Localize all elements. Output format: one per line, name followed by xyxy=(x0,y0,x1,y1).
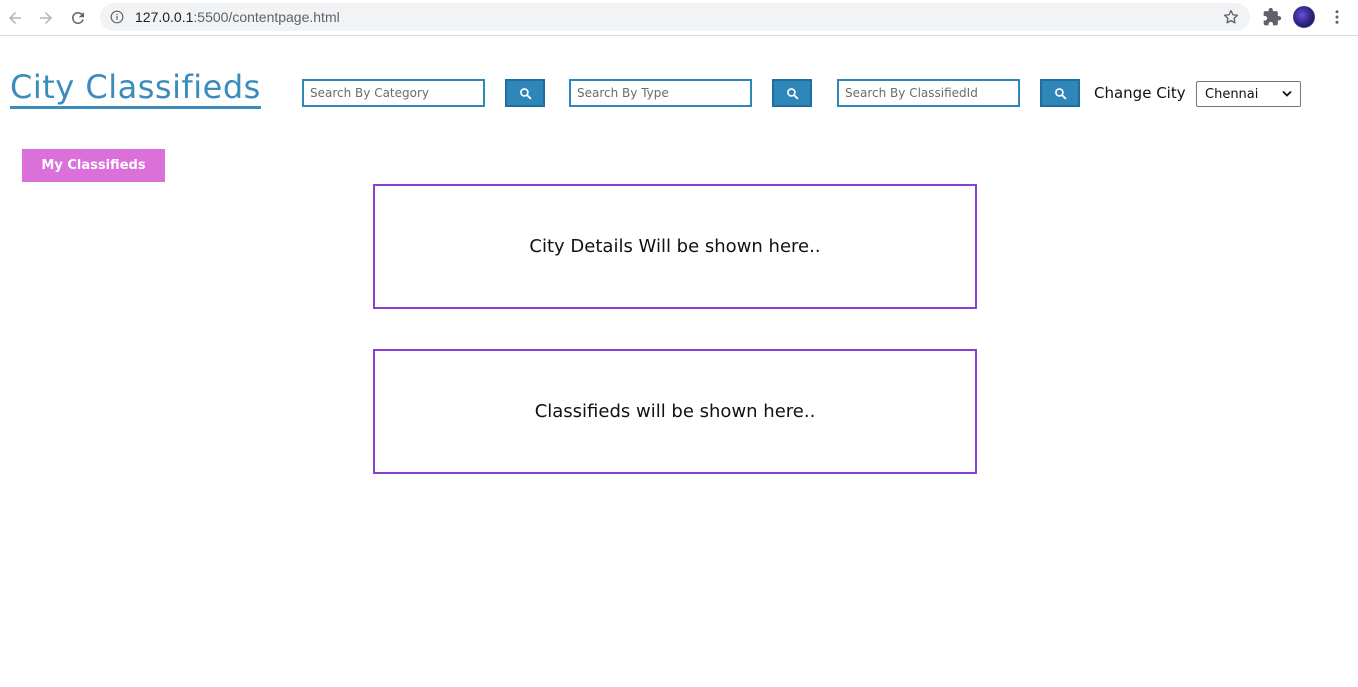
url-text: 127.0.0.1:5500/contentpage.html xyxy=(135,9,340,25)
change-city-label: Change City xyxy=(1094,84,1186,102)
classifieds-panel: Classifieds will be shown here.. xyxy=(373,349,977,474)
search-type-button[interactable] xyxy=(772,79,812,107)
avatar[interactable] xyxy=(1293,6,1315,28)
search-category-button[interactable] xyxy=(505,79,545,107)
city-select[interactable]: Chennai xyxy=(1196,81,1301,107)
city-details-text: City Details Will be shown here.. xyxy=(529,236,821,257)
brand-title[interactable]: City Classifieds xyxy=(10,68,261,109)
url-host: 127.0.0.1 xyxy=(135,9,194,25)
forward-button[interactable] xyxy=(34,6,58,30)
search-category-input[interactable] xyxy=(302,79,485,107)
search-classifiedid-input[interactable] xyxy=(837,79,1020,107)
reload-button[interactable] xyxy=(66,6,90,30)
url-path: :5500/contentpage.html xyxy=(193,9,340,25)
star-icon[interactable] xyxy=(1222,8,1240,26)
search-type-input[interactable] xyxy=(569,79,752,107)
info-icon[interactable] xyxy=(110,10,124,24)
chevron-down-icon xyxy=(1282,90,1292,97)
search-icon xyxy=(519,87,531,99)
city-select-value: Chennai xyxy=(1205,86,1259,102)
back-arrow-icon xyxy=(9,12,21,24)
my-classifieds-button[interactable]: My Classifieds xyxy=(22,149,165,182)
puzzle-icon[interactable] xyxy=(1262,7,1282,27)
forward-arrow-icon xyxy=(40,12,52,24)
search-icon xyxy=(786,87,798,99)
address-bar[interactable]: 127.0.0.1:5500/contentpage.html xyxy=(100,3,1250,31)
reload-icon xyxy=(71,11,84,24)
search-icon xyxy=(1054,87,1066,99)
back-button[interactable] xyxy=(3,6,27,30)
classifieds-text: Classifieds will be shown here.. xyxy=(534,401,816,422)
menu-dots-icon[interactable] xyxy=(1328,7,1346,27)
city-details-panel: City Details Will be shown here.. xyxy=(373,184,977,309)
search-classifiedid-button[interactable] xyxy=(1040,79,1080,107)
browser-toolbar: 127.0.0.1:5500/contentpage.html xyxy=(0,0,1358,36)
